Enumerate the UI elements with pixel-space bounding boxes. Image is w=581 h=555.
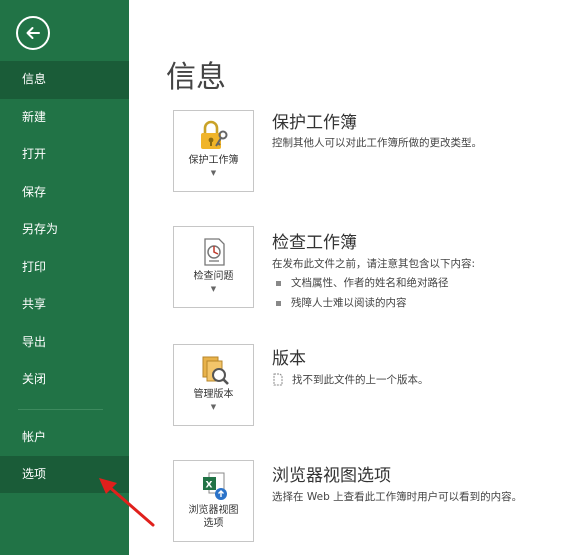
back-arrow-icon [26, 27, 40, 39]
check-for-issues-button[interactable]: 检查问题 ▼ [173, 226, 254, 308]
protect-workbook-button-label: 保护工作簿 [188, 155, 239, 166]
sidebar-item-save[interactable]: 保存 [0, 174, 129, 212]
sidebar-item-open[interactable]: 打开 [0, 136, 129, 174]
inspect-workbook-desc: 在发布此文件之前，请注意其包含以下内容: [272, 258, 476, 270]
dropdown-caret-icon: ▼ [210, 403, 217, 411]
sidebar-nav: 信息 新建 打开 保存 另存为 打印 共享 导出 关闭 [0, 61, 129, 399]
svg-text:X: X [205, 481, 212, 491]
lock-key-icon [174, 119, 253, 153]
sidebar-divider [18, 409, 103, 410]
inspect-workbook-title: 检查工作簿 [272, 233, 357, 253]
sidebar-item-new[interactable]: 新建 [0, 99, 129, 137]
excel-browser-icon: X [174, 471, 253, 505]
sidebar-item-share[interactable]: 共享 [0, 286, 129, 324]
inspect-bullet-item: 残障人士难以阅读的内容 [276, 295, 407, 310]
browser-view-options-desc: 选择在 Web 上查看此工作簿时用户可以看到的内容。 [272, 491, 523, 503]
sidebar-item-close[interactable]: 关闭 [0, 361, 129, 399]
versions-desc-row: 找不到此文件的上一个版本。 [272, 372, 429, 387]
inspect-document-icon [174, 235, 253, 269]
manage-versions-button[interactable]: 管理版本 ▼ [173, 344, 254, 426]
sidebar-item-info[interactable]: 信息 [0, 61, 129, 99]
manage-versions-icon [174, 353, 253, 387]
versions-title: 版本 [272, 349, 306, 369]
protect-workbook-title: 保护工作簿 [272, 113, 357, 133]
browser-view-options-button-label: 浏览器视图 选项 [188, 505, 239, 529]
sidebar-item-account[interactable]: 帐户 [0, 419, 129, 456]
versions-desc: 找不到此文件的上一个版本。 [292, 374, 429, 386]
page-title: 信息 [166, 60, 226, 95]
dropdown-caret-icon: ▼ [210, 169, 217, 177]
document-icon [273, 373, 283, 386]
browser-view-options-title: 浏览器视图选项 [272, 466, 391, 486]
check-for-issues-button-label: 检查问题 [193, 271, 234, 282]
annotation-arrow [99, 478, 155, 527]
bullet-square-icon [276, 300, 281, 306]
back-button[interactable] [16, 16, 50, 50]
sidebar-item-print[interactable]: 打印 [0, 249, 129, 287]
sidebar-item-export[interactable]: 导出 [0, 324, 129, 362]
backstage-sidebar: 信息 新建 打开 保存 另存为 打印 共享 导出 关闭 帐户 选项 [0, 0, 129, 555]
manage-versions-button-label: 管理版本 [193, 389, 234, 400]
sidebar-item-save-as[interactable]: 另存为 [0, 211, 129, 249]
inspect-bullet-item: 文档属性、作者的姓名和绝对路径 [276, 275, 449, 290]
bullet-square-icon [276, 280, 281, 286]
protect-workbook-desc: 控制其他人可以对此工作簿所做的更改类型。 [272, 137, 482, 149]
browser-view-options-button[interactable]: X 浏览器视图 选项 [173, 460, 254, 542]
dropdown-caret-icon: ▼ [210, 285, 217, 293]
protect-workbook-button[interactable]: 保护工作簿 ▼ [173, 110, 254, 192]
